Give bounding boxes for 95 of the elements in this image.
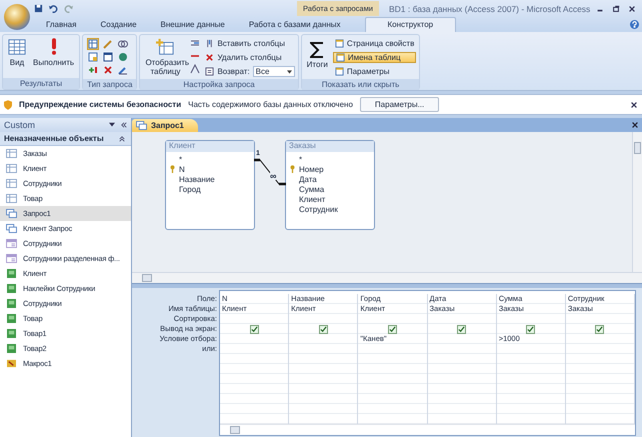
ribbon-tab[interactable]: Главная bbox=[34, 18, 88, 32]
field-name[interactable]: Номер bbox=[299, 164, 324, 174]
report-icon bbox=[6, 299, 17, 308]
table-icon bbox=[6, 164, 17, 173]
security-title: Предупреждение системы безопасности bbox=[19, 100, 182, 109]
document-tab[interactable]: Запрос1 bbox=[132, 119, 198, 132]
checkbox[interactable] bbox=[526, 324, 536, 334]
window-title: BD1 : база данных (Access 2007) - Microsoft Access bbox=[388, 4, 590, 14]
many-label: ∞ bbox=[270, 172, 276, 180]
group-title: Результаты bbox=[3, 78, 80, 89]
window-icon[interactable] bbox=[103, 52, 114, 62]
query-icon bbox=[6, 224, 17, 233]
exclamation-icon bbox=[52, 38, 56, 55]
pencil-edit-icon[interactable] bbox=[118, 65, 128, 75]
group-title: Настройка запроса bbox=[140, 79, 298, 90]
insert-columns-button[interactable]: Вставить столбцы bbox=[203, 38, 295, 49]
ribbon-tab[interactable]: Конструктор bbox=[364, 17, 456, 32]
checkbox[interactable] bbox=[457, 324, 466, 334]
insert-column-icon bbox=[205, 39, 214, 48]
sheet-icon bbox=[334, 67, 344, 76]
field-name[interactable]: Сотрудник bbox=[299, 204, 338, 214]
field-name[interactable]: Название bbox=[179, 174, 215, 184]
group-title: Показать или скрыть bbox=[302, 79, 420, 90]
insert-row-icon[interactable] bbox=[190, 38, 200, 48]
table-icon bbox=[6, 179, 17, 188]
sheet-icon bbox=[334, 39, 344, 48]
help-icon[interactable] bbox=[630, 20, 639, 29]
report-icon bbox=[6, 329, 17, 338]
shield-icon bbox=[4, 100, 12, 110]
sigma-icon bbox=[310, 42, 324, 58]
append-icon[interactable] bbox=[88, 65, 98, 75]
restore-icon[interactable] bbox=[612, 4, 620, 12]
make-table-icon[interactable] bbox=[88, 52, 98, 62]
query-icon bbox=[136, 121, 147, 130]
return-combo[interactable]: Все bbox=[252, 66, 295, 77]
toggle-button[interactable]: Имена таблиц bbox=[332, 52, 416, 63]
horizontal-scrollbar[interactable] bbox=[132, 272, 642, 283]
field-list-title: Заказы bbox=[286, 141, 374, 152]
save-icon[interactable] bbox=[34, 4, 43, 13]
return-icon bbox=[205, 67, 214, 76]
undo-icon[interactable] bbox=[49, 4, 58, 13]
close-icon[interactable] bbox=[631, 121, 639, 129]
dropdown-icon[interactable] bbox=[109, 122, 115, 128]
table-icon bbox=[6, 149, 17, 158]
form-icon bbox=[6, 239, 17, 248]
collapse-icon[interactable] bbox=[119, 136, 125, 142]
toggle-button[interactable]: Страница свойств bbox=[332, 38, 416, 49]
ribbon-tab[interactable]: Внешние данные bbox=[148, 18, 237, 32]
field-name[interactable]: Город bbox=[179, 184, 201, 194]
show-table-button[interactable]: Отобразить таблицу bbox=[143, 37, 188, 77]
field-name[interactable]: Дата bbox=[299, 174, 317, 184]
report-icon bbox=[6, 344, 17, 353]
checkbox[interactable] bbox=[250, 324, 259, 334]
macro-icon bbox=[6, 359, 17, 368]
table-field-list[interactable]: Клиент * N Название Город bbox=[165, 140, 255, 230]
vertical-scrollbar[interactable] bbox=[632, 132, 642, 272]
select-query-icon[interactable] bbox=[88, 39, 98, 49]
view-button[interactable]: Вид bbox=[6, 37, 28, 68]
horizontal-scrollbar[interactable] bbox=[220, 424, 635, 435]
field-name[interactable]: N bbox=[179, 164, 185, 174]
close-icon[interactable] bbox=[628, 4, 636, 12]
options-button[interactable]: Параметры... bbox=[360, 97, 440, 112]
form-icon bbox=[6, 254, 17, 263]
ribbon-tab[interactable]: Работа с базами данных bbox=[236, 18, 353, 32]
return-label: Возврат: bbox=[217, 67, 250, 76]
query-icon bbox=[6, 209, 17, 218]
run-button[interactable]: Выполнить bbox=[31, 37, 76, 68]
field-list-title: Клиент bbox=[166, 141, 254, 152]
field-name[interactable]: * bbox=[299, 154, 302, 164]
report-icon bbox=[6, 314, 17, 323]
report-icon bbox=[6, 284, 17, 293]
add-table-icon bbox=[156, 38, 174, 56]
report-icon bbox=[6, 269, 17, 278]
toggle-button[interactable]: Параметры bbox=[332, 66, 416, 77]
delete-icon[interactable] bbox=[103, 65, 114, 75]
table-grid-icon bbox=[8, 38, 26, 56]
collapse-icon[interactable] bbox=[121, 122, 127, 128]
checkbox[interactable] bbox=[318, 324, 328, 334]
rings-icon[interactable] bbox=[118, 39, 128, 49]
ribbon-tab[interactable]: Создание bbox=[88, 18, 149, 32]
checkbox[interactable] bbox=[595, 324, 604, 334]
field-name[interactable]: Клиент bbox=[299, 194, 326, 204]
group-title: Тип запроса bbox=[83, 79, 136, 90]
table-field-list[interactable]: Заказы * Номер Дата Сумма Клиент Сотрудник bbox=[285, 140, 375, 230]
security-message: Часть содержимого базы данных отключено bbox=[188, 100, 353, 109]
sheet-icon bbox=[336, 53, 345, 62]
table-icon bbox=[6, 194, 17, 203]
delete-column-icon bbox=[205, 53, 214, 62]
field-name[interactable]: * bbox=[179, 154, 182, 164]
close-icon[interactable] bbox=[630, 100, 638, 108]
totals-button[interactable]: Итоги bbox=[304, 37, 330, 70]
field-name[interactable]: Сумма bbox=[299, 184, 324, 194]
delete-columns-button[interactable]: Удалить столбцы bbox=[203, 52, 295, 63]
checkbox[interactable] bbox=[388, 324, 397, 334]
caret-icon bbox=[286, 70, 292, 74]
